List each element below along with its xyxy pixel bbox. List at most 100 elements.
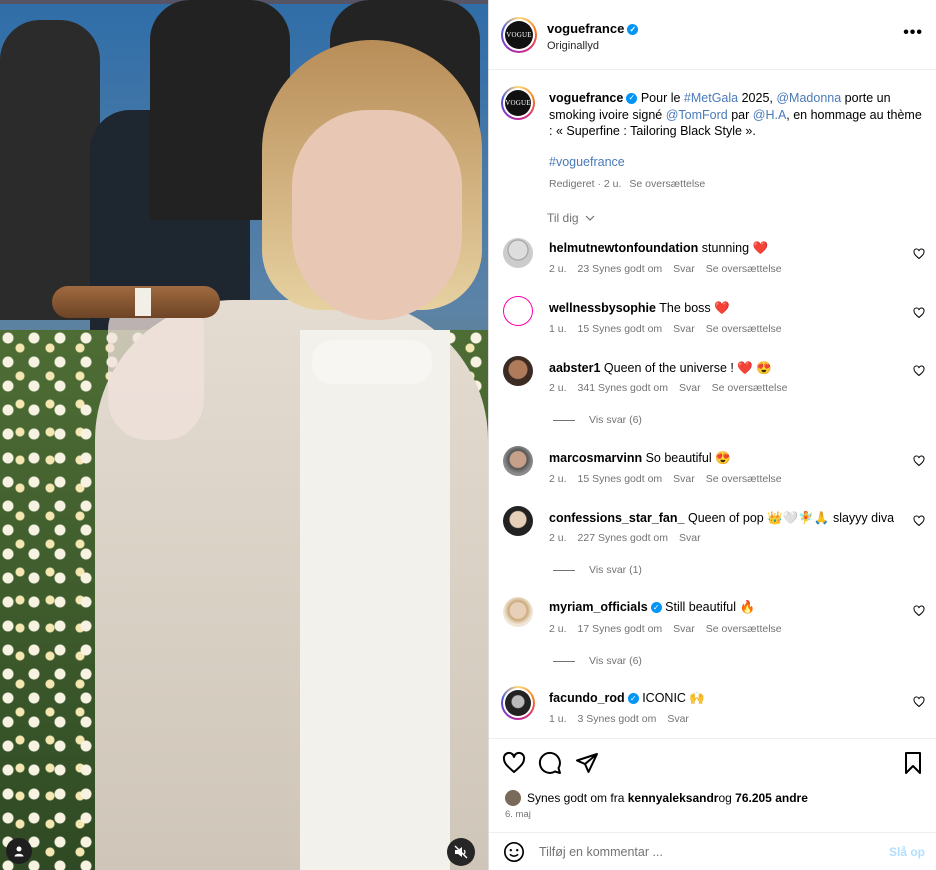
reply-button[interactable]: Svar: [673, 623, 695, 635]
commenter-username[interactable]: helmutnewtonfoundation: [549, 241, 698, 255]
original-audio-link[interactable]: Originallyd: [547, 40, 599, 52]
sort-label: Til dig: [547, 211, 579, 225]
commenter-avatar[interactable]: [503, 356, 533, 386]
cigar-band: [135, 288, 151, 316]
commenter-username[interactable]: aabster1: [549, 361, 600, 375]
commenter-avatar[interactable]: [501, 686, 535, 720]
author-username[interactable]: voguefrance ✓: [547, 21, 639, 36]
author-username-text[interactable]: voguefrance: [547, 21, 624, 36]
caption-author-avatar[interactable]: VOGUE: [501, 86, 535, 120]
author-avatar[interactable]: VOGUE: [501, 17, 537, 53]
comment-sort-dropdown[interactable]: Til dig: [547, 211, 595, 225]
comment-emoji: ❤️ 😍: [737, 361, 772, 375]
liker-avatar: [505, 790, 521, 806]
comment-like-count[interactable]: 227 Synes godt om: [578, 532, 668, 544]
reply-button[interactable]: Svar: [673, 473, 695, 485]
view-replies-button[interactable]: Vis svar (6): [553, 655, 642, 667]
hashtag-link[interactable]: #MetGala: [684, 91, 738, 105]
comment-emoji: 👑🤍🧚🙏 slayyy diva: [767, 511, 895, 525]
commenter-avatar[interactable]: [503, 506, 533, 536]
comment-emoji: 🔥: [739, 600, 756, 614]
mute-button[interactable]: [447, 838, 475, 866]
post-video[interactable]: [0, 0, 488, 870]
comment-emoji: 🙌: [689, 691, 705, 705]
commenter-avatar[interactable]: [503, 597, 533, 627]
see-translation-link[interactable]: Se oversættelse: [712, 382, 788, 394]
comment-like-heart-icon[interactable]: [913, 696, 925, 708]
commenter-avatar[interactable]: [503, 238, 533, 268]
post-comment-button[interactable]: Slå op: [889, 845, 925, 859]
view-replies-label: Vis svar (1): [589, 564, 642, 576]
comment-like-heart-icon[interactable]: [913, 248, 925, 260]
reply-button[interactable]: Svar: [673, 263, 695, 275]
likes-summary[interactable]: Synes godt om fra kennyaleksandr og 76.2…: [505, 790, 808, 806]
commenter-username[interactable]: myriam_officials: [549, 600, 648, 614]
see-translation-link[interactable]: Se oversættelse: [629, 178, 705, 190]
view-replies-button[interactable]: Vis svar (6): [553, 414, 642, 426]
bookmark-icon[interactable]: [901, 751, 925, 775]
comment-like-heart-icon[interactable]: [913, 455, 925, 467]
comment-like-count[interactable]: 17 Synes godt om: [578, 623, 663, 635]
comment-like-heart-icon[interactable]: [913, 605, 925, 617]
see-translation-link[interactable]: Se oversættelse: [706, 473, 782, 485]
comment-emoji: 😍: [715, 451, 731, 465]
person-tag-button[interactable]: [6, 838, 32, 864]
reply-button[interactable]: Svar: [679, 532, 701, 544]
white-shirt: [300, 330, 450, 870]
comment-text: confessions_star_fan_ Queen of pop 👑🤍🧚🙏 …: [549, 510, 899, 526]
comment-like-heart-icon[interactable]: [913, 515, 925, 527]
see-translation-link[interactable]: Se oversættelse: [706, 263, 782, 275]
comment-icon[interactable]: [538, 751, 562, 775]
add-comment-bar: Slå op: [489, 832, 936, 870]
comment-time: 2 u.: [549, 532, 567, 544]
comment-like-count[interactable]: 15 Synes godt om: [578, 323, 663, 335]
heart-icon[interactable]: [502, 751, 526, 775]
commenter-username[interactable]: wellnessbysophie: [549, 301, 656, 315]
comment-like-count[interactable]: 15 Synes godt om: [578, 473, 663, 485]
comment-like-count[interactable]: 341 Synes godt om: [578, 382, 668, 394]
comment-like-count[interactable]: 23 Synes godt om: [578, 263, 663, 275]
edited-timestamp: Redigeret · 2 u.: [549, 178, 622, 190]
commenter-avatar[interactable]: [503, 296, 533, 326]
comment-meta: 2 u. 17 Synes godt om Svar Se oversættelse: [549, 623, 793, 635]
reply-button[interactable]: Svar: [673, 323, 695, 335]
hashtag-link[interactable]: #voguefrance: [549, 155, 625, 169]
comment-like-count[interactable]: 3 Synes godt om: [578, 713, 657, 725]
comments-scroll-area[interactable]: VOGUE voguefrance ✓ Pour le #MetGala 2025…: [489, 70, 936, 738]
likes-count[interactable]: 76.205 andre: [735, 791, 808, 805]
post-date: 6. maj: [505, 809, 531, 820]
more-options-button[interactable]: •••: [903, 24, 923, 42]
post-panel: VOGUE voguefrance ✓ Originallyd ••• VOGUE…: [488, 0, 936, 870]
view-replies-button[interactable]: Vis svar (1): [553, 564, 642, 576]
comment-like-heart-icon[interactable]: [913, 307, 925, 319]
comment-meta: 2 u. 227 Synes godt om Svar: [549, 532, 712, 544]
verified-icon: ✓: [650, 602, 662, 614]
commenter-avatar[interactable]: [503, 446, 533, 476]
see-translation-link[interactable]: Se oversættelse: [706, 323, 782, 335]
mention-link[interactable]: @TomFord: [666, 108, 728, 122]
caption-username[interactable]: voguefrance: [549, 91, 623, 105]
comment-emoji: ❤️: [752, 241, 769, 255]
commenter-username[interactable]: marcosmarvinn: [549, 451, 642, 465]
commenter-username[interactable]: facundo_rod: [549, 691, 625, 705]
comment-text: marcosmarvinn So beautiful 😍: [549, 450, 899, 466]
comment-input[interactable]: [539, 842, 869, 862]
mention-link[interactable]: @Madonna: [776, 91, 841, 105]
face: [292, 110, 462, 320]
commenter-username[interactable]: confessions_star_fan_: [549, 511, 684, 525]
comment-like-heart-icon[interactable]: [913, 365, 925, 377]
comment-meta: 1 u. 15 Synes godt om Svar Se oversættelse: [549, 323, 793, 335]
comment-text: facundo_rod ✓ ICONIC 🙌: [549, 690, 899, 706]
verified-icon: ✓: [627, 693, 639, 705]
reply-button[interactable]: Svar: [679, 382, 701, 394]
emoji-icon[interactable]: [503, 841, 525, 863]
share-icon[interactable]: [575, 751, 599, 775]
person-tag-icon: [14, 846, 24, 857]
photographer-figure: [0, 20, 100, 320]
see-translation-link[interactable]: Se oversættelse: [706, 623, 782, 635]
reply-button[interactable]: Svar: [667, 713, 689, 725]
mention-link[interactable]: @H.A: [753, 108, 787, 122]
comment-emoji: ❤️: [714, 301, 730, 315]
liker-username[interactable]: kennyaleksandr: [628, 791, 719, 805]
comment-meta: 2 u. 15 Synes godt om Svar Se oversættelse: [549, 473, 793, 485]
